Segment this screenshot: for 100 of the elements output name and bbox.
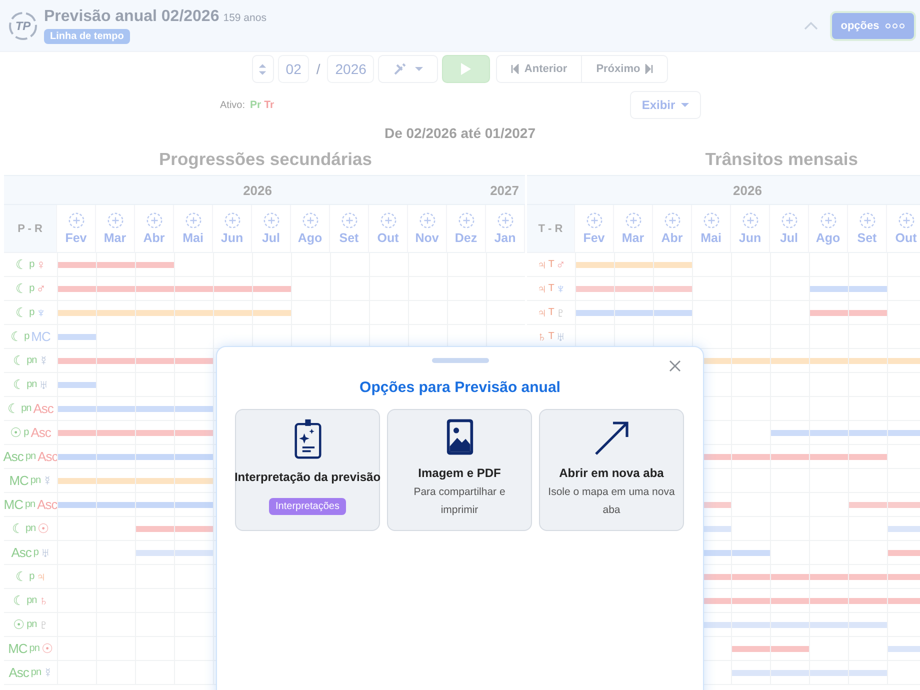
- option-card[interactable]: Imagem e PDF Para compartilhar e imprimir: [387, 409, 532, 531]
- year-header: 2026: [57, 175, 486, 205]
- month-label: Nov: [415, 231, 439, 245]
- aspect-label: ☾p♃: [14, 568, 46, 586]
- diagonal-arrow-icon: [594, 420, 630, 456]
- month-label: Jul: [780, 231, 798, 245]
- month-label: Jun: [738, 231, 762, 245]
- dashed-circle-icon: [898, 212, 914, 229]
- month-header[interactable]: Ago: [291, 205, 330, 253]
- play-button[interactable]: [442, 55, 490, 83]
- dashed-circle-icon: [664, 212, 680, 229]
- month-label: Jan: [494, 231, 516, 245]
- age-label: 159 anos: [223, 12, 266, 24]
- logo: TP: [8, 10, 38, 40]
- play-icon: [460, 62, 472, 76]
- month-header[interactable]: Mar: [614, 205, 653, 253]
- card-description: Isole o mapa em uma nova aba: [547, 485, 676, 518]
- month-header[interactable]: Mai: [692, 205, 731, 253]
- options-button[interactable]: opções: [830, 10, 916, 40]
- month-header[interactable]: Ago: [809, 205, 848, 253]
- month-field[interactable]: 02: [278, 55, 310, 83]
- previous-button[interactable]: Anterior: [496, 55, 582, 83]
- month-label: Abr: [143, 231, 165, 245]
- timeline-badge[interactable]: Linha de tempo: [44, 28, 130, 44]
- option-card[interactable]: Abrir em nova aba Isole o mapa em uma nova aba: [539, 409, 684, 531]
- section-title: Progressões secundárias: [158, 149, 372, 169]
- card-title: Interpretação da previsão: [234, 470, 381, 484]
- month-header[interactable]: Dez: [447, 205, 486, 253]
- month-header[interactable]: Nov: [408, 205, 447, 253]
- month-label: Jun: [220, 231, 244, 245]
- chevron-up-icon[interactable]: [804, 20, 818, 30]
- aspect-label: ☾p♀: [14, 256, 46, 274]
- active-tag: Tr: [264, 99, 274, 111]
- month-header[interactable]: Jul: [252, 205, 291, 253]
- month-header[interactable]: Fev: [57, 205, 96, 253]
- year-field[interactable]: 2026: [327, 55, 374, 83]
- month-header[interactable]: Out: [369, 205, 408, 253]
- up-down-icon: [258, 62, 268, 76]
- month-header[interactable]: Set: [848, 205, 887, 253]
- dialog-title: Opções para Previsão anual: [360, 379, 560, 396]
- image-icon: [446, 418, 474, 456]
- month-header[interactable]: Mai: [174, 205, 213, 253]
- interpretations-badge[interactable]: Interpretações: [268, 498, 346, 515]
- stepper-button[interactable]: [252, 55, 274, 83]
- aspect-label: ☉pn♇: [12, 616, 49, 634]
- aspect-label: ☾p MC: [10, 328, 52, 346]
- month-header[interactable]: Fev: [575, 205, 614, 253]
- month-header[interactable]: Jun: [213, 205, 252, 253]
- dashed-circle-icon: [858, 212, 876, 229]
- clipboard-sparkle-icon: [294, 418, 322, 460]
- dashed-circle-icon: [586, 212, 602, 229]
- aspect-label: ☾p♂: [14, 280, 46, 298]
- aspect-label: Asc pn☿: [8, 664, 54, 682]
- card-title: Imagem e PDF: [418, 466, 501, 480]
- month-header[interactable]: Mar: [96, 205, 135, 253]
- tools-dropdown[interactable]: [378, 55, 438, 83]
- aspect-label: ☾pn☉: [10, 520, 50, 538]
- aspect-label: MC pnAsc: [4, 496, 57, 514]
- dashed-circle-icon: [184, 212, 202, 229]
- caret-icon: [415, 66, 424, 72]
- tools-icon: [393, 62, 408, 76]
- dashed-circle-icon: [106, 212, 124, 229]
- dashed-circle-icon: [820, 212, 836, 229]
- card-title: Abrir em nova aba: [559, 466, 664, 480]
- dashed-circle-icon: [458, 212, 474, 229]
- month-label: Out: [895, 231, 917, 245]
- dots-icon: [885, 22, 906, 28]
- aspect-label: ♄T♅: [536, 328, 566, 346]
- display-dropdown[interactable]: Exibir: [630, 91, 701, 119]
- option-card[interactable]: Interpretação da previsão Interpretações: [235, 409, 380, 531]
- month-label: Mar: [622, 231, 644, 245]
- section-title: Trânsitos mensais: [705, 149, 858, 169]
- month-label: Ago: [298, 231, 322, 245]
- card-description: Para compartilhar e imprimir: [412, 485, 506, 518]
- dashed-circle-icon: [624, 212, 642, 229]
- month-label: Set: [339, 231, 359, 245]
- caret-icon: [681, 102, 690, 108]
- drag-handle[interactable]: [432, 358, 489, 363]
- month-label: Set: [857, 231, 877, 245]
- month-header[interactable]: Set: [330, 205, 369, 253]
- aspect-label: ☉pAsc: [9, 424, 52, 442]
- month-header[interactable]: Out: [887, 205, 920, 253]
- month-label: Abr: [661, 231, 683, 245]
- dashed-circle-icon: [340, 212, 358, 229]
- skip-forward-icon: [645, 64, 654, 74]
- month-header[interactable]: Abr: [653, 205, 692, 253]
- dashed-circle-icon: [418, 212, 436, 229]
- aspect-label: ☾pn♄: [12, 592, 49, 610]
- month-header[interactable]: Jul: [770, 205, 809, 253]
- dashed-circle-icon: [146, 212, 162, 229]
- month-label: Fev: [583, 231, 605, 245]
- month-header[interactable]: Jan: [486, 205, 525, 253]
- month-header[interactable]: Jun: [731, 205, 770, 253]
- aspect-label: MC pn☿: [8, 472, 53, 490]
- dashed-circle-icon: [496, 212, 514, 229]
- month-label: Mai: [182, 231, 204, 245]
- next-button[interactable]: Próximo: [582, 55, 668, 83]
- close-icon[interactable]: [669, 360, 681, 372]
- month-header[interactable]: Abr: [135, 205, 174, 253]
- column-header: T - R: [527, 205, 575, 253]
